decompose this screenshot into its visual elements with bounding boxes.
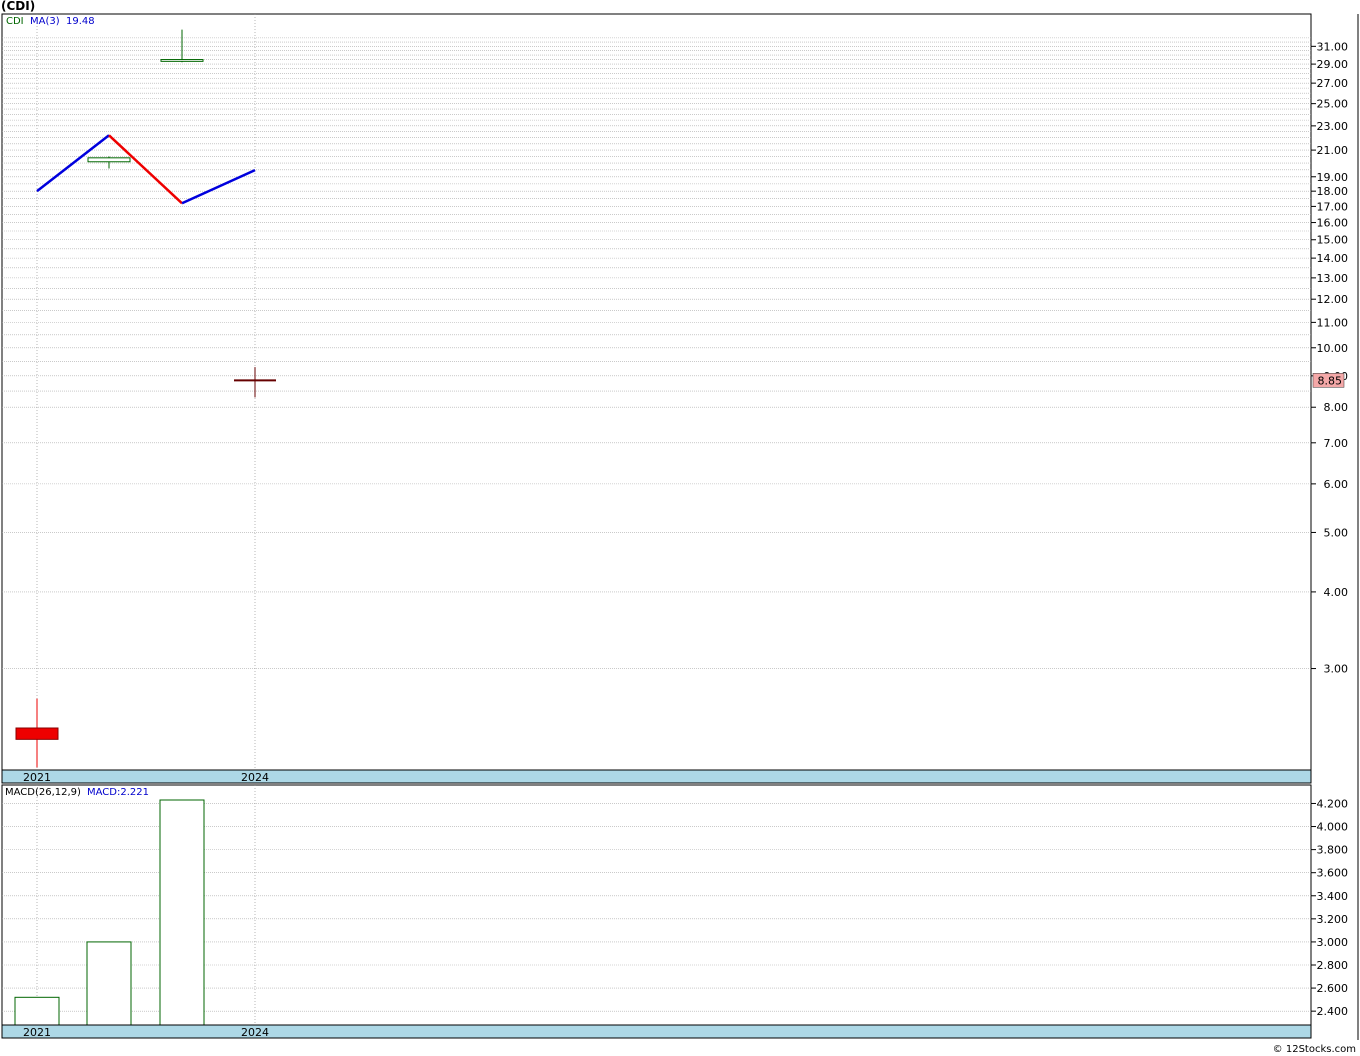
- price-tick-label: 17.00: [1317, 200, 1349, 213]
- price-x-label: 2024: [241, 771, 269, 784]
- macd-tick-label: 4.000: [1317, 821, 1349, 834]
- price-tick-label: 27.00: [1317, 77, 1349, 90]
- macd-x-axis-band: [1, 1024, 1312, 1039]
- candle-body: [15, 727, 59, 740]
- macd-tick-label: 2.800: [1317, 959, 1349, 972]
- candle-body: [160, 59, 204, 62]
- legend-symbol: CDI: [6, 16, 24, 27]
- price-tick-label: 23.00: [1317, 120, 1349, 133]
- price-tick-label: 14.00: [1317, 252, 1349, 265]
- price-panel: 31.00 29.00 27.00 25.00 23.00 21.00 19.0018.00…: [1, 13, 1349, 784]
- macd-tick-label: 2.600: [1317, 982, 1349, 995]
- macd-tick-label: 4.200: [1317, 797, 1349, 810]
- price-tick-label: 15.00: [1317, 234, 1349, 247]
- macd-tick-label: 3.000: [1317, 936, 1349, 949]
- price-tick-label: 8.00: [1324, 401, 1349, 414]
- legend-ma-label: MA(3): [30, 16, 60, 27]
- price-tick-label: 7.00: [1324, 437, 1349, 450]
- price-tick-label: 4.00: [1324, 586, 1349, 599]
- macd-legend-name: MACD(26,12,9): [5, 787, 81, 798]
- price-tick-label: 12.00: [1317, 293, 1349, 306]
- price-tick-label: 31.00: [1317, 40, 1349, 53]
- price-x-label: 2021: [23, 771, 51, 784]
- macd-bar: [14, 996, 60, 1026]
- macd-tick-label: 3.400: [1317, 890, 1349, 903]
- macd-tick-label: 3.200: [1317, 913, 1349, 926]
- candle-body: [87, 157, 131, 163]
- price-tick-label: 13.00: [1317, 272, 1349, 285]
- macd-x-label: 2024: [241, 1026, 269, 1039]
- price-x-axis-band: [1, 769, 1312, 784]
- price-tick-label: 11.00: [1317, 316, 1349, 329]
- macd-bar: [159, 799, 205, 1026]
- macd-tick-label: 2.400: [1317, 1005, 1349, 1018]
- macd-legend-value: MACD:2.221: [87, 787, 149, 798]
- credit-text: © 12Stocks.com: [1273, 1044, 1356, 1055]
- price-tick-label: 25.00: [1317, 98, 1349, 111]
- price-tick-label: 29.00: [1317, 58, 1349, 71]
- macd-bar: [86, 941, 132, 1026]
- price-tick-label: 21.00: [1317, 144, 1349, 157]
- stock-chart: 31.00 29.00 27.00 25.00 23.00 21.00 19.0018.00…: [1, 13, 1359, 1055]
- price-tick-label: 3.00: [1324, 663, 1349, 676]
- last-price-label: 8.85: [1318, 374, 1343, 387]
- macd-tick-label: 3.800: [1317, 844, 1349, 857]
- price-tick-label: 19.00: [1317, 171, 1349, 184]
- price-tick-label: 6.00: [1324, 478, 1349, 491]
- price-plot-area: [1, 13, 1312, 771]
- price-tick-label: 10.00: [1317, 342, 1349, 355]
- price-tick-label: 18.00: [1317, 185, 1349, 198]
- macd-tick-label: 3.600: [1317, 867, 1349, 880]
- legend-ma-value: 19.48: [66, 16, 95, 27]
- macd-x-label: 2021: [23, 1026, 51, 1039]
- price-tick-label: 16.00: [1317, 217, 1349, 230]
- price-tick-label: 5.00: [1324, 526, 1349, 539]
